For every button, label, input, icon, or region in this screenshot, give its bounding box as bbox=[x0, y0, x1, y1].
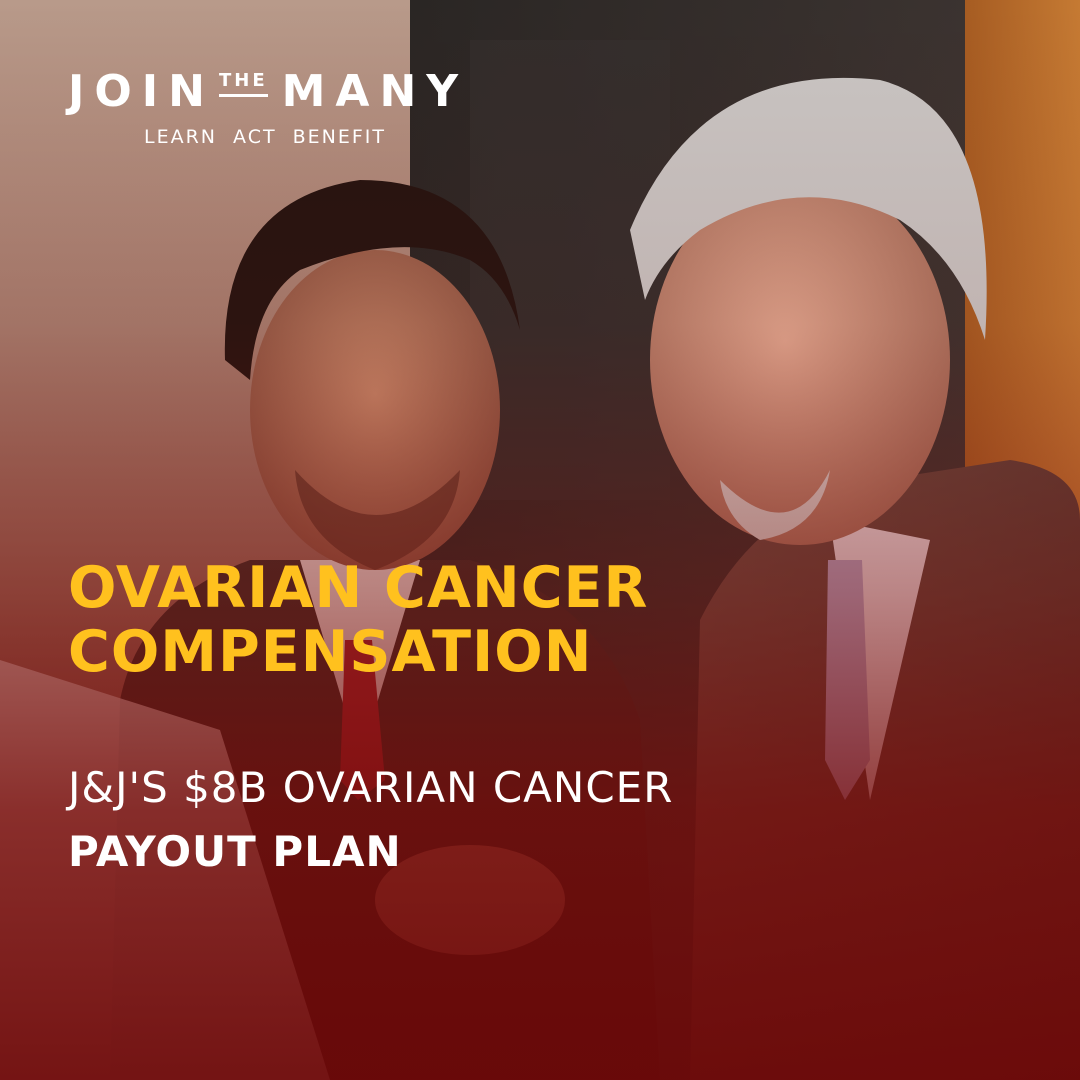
logo-many-text: MANY bbox=[281, 66, 469, 117]
join-the-many-logo: JOIN THE MANY LEARN ACT BENEFIT bbox=[68, 70, 468, 149]
subheadline-line-1: J&J'S $8B OVARIAN CANCER bbox=[68, 763, 674, 812]
logo-wordmark: JOIN THE MANY bbox=[68, 70, 468, 114]
red-gradient-overlay bbox=[0, 0, 1080, 1080]
headline-line-1: OVARIAN CANCER bbox=[68, 555, 649, 621]
promo-card: JOIN THE MANY LEARN ACT BENEFIT OVARIAN … bbox=[0, 0, 1080, 1080]
headline: OVARIAN CANCER COMPENSATION bbox=[68, 556, 1028, 684]
logo-the-text: THE bbox=[218, 71, 268, 97]
logo-tagline: LEARN ACT BENEFIT bbox=[144, 126, 387, 148]
subheadline-line-2: PAYOUT PLAN bbox=[68, 827, 402, 876]
logo-join-text: JOIN bbox=[68, 66, 215, 117]
headline-line-2: COMPENSATION bbox=[68, 619, 593, 685]
